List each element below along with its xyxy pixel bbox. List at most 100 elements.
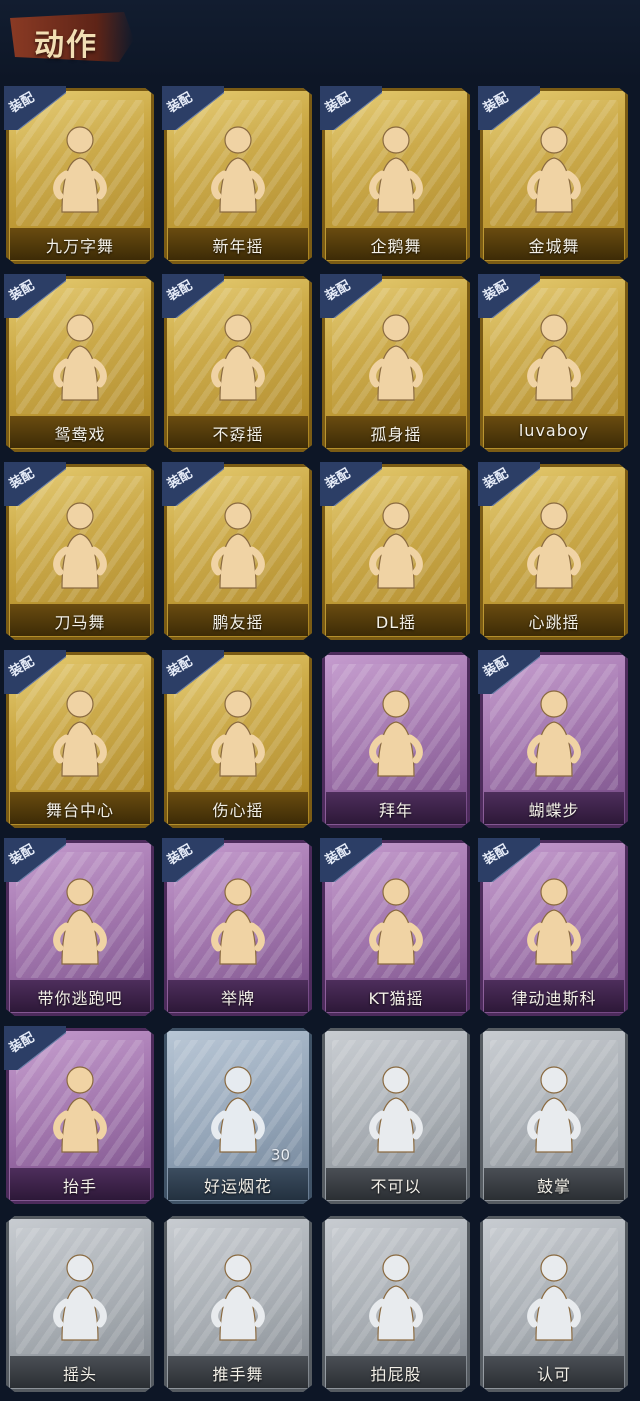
action-card[interactable]: luvaboy 装配 [480,276,628,452]
action-card[interactable]: 金城舞 装配 [480,88,628,264]
action-card[interactable]: 鹏友摇 装配 [164,464,312,640]
equipped-badge-label: 装配 [164,278,196,305]
card-label: DL摇 [375,613,417,632]
equipped-badge-label: 装配 [480,654,512,681]
emote-figure-icon [50,124,110,216]
equipped-badge: 装配 [4,274,66,318]
action-card[interactable]: 刀马舞 装配 [6,464,154,640]
equipped-badge-label: 装配 [6,90,38,117]
card-label: 不孬摇 [212,425,264,444]
action-card[interactable]: 孤身摇 装配 [322,276,470,452]
equipped-badge: 装配 [4,86,66,130]
action-card[interactable]: 企鹅舞 装配 [322,88,470,264]
action-card[interactable]: 伤心摇 装配 [164,652,312,828]
emote-figure-icon [50,1064,110,1156]
emote-figure-icon [208,876,268,968]
equipped-badge: 装配 [320,462,382,506]
emote-figure-icon [366,1064,426,1156]
equipped-badge-label: 装配 [6,842,38,869]
card-label: 新年摇 [212,237,264,256]
action-card[interactable]: 拍屁股 [322,1216,470,1392]
equipped-badge: 装配 [162,838,224,882]
action-card[interactable]: 九万字舞 装配 [6,88,154,264]
equipped-badge: 装配 [4,838,66,882]
equipped-badge: 装配 [162,462,224,506]
action-card[interactable]: 鼓掌 [480,1028,628,1204]
card-label: luvaboy [518,421,590,440]
card-label: 认可 [536,1365,571,1384]
card-label: 摇头 [62,1365,97,1384]
equipped-badge: 装配 [478,650,540,694]
equipped-badge: 装配 [162,274,224,318]
equipped-badge-label: 装配 [164,466,196,493]
action-card[interactable]: 摇头 [6,1216,154,1392]
equipped-badge-label: 装配 [6,278,38,305]
card-label: 律动迪斯科 [511,989,597,1008]
action-card[interactable]: 新年摇 装配 [164,88,312,264]
action-card[interactable]: 蝴蝶步 装配 [480,652,628,828]
card-label: 不可以 [370,1177,422,1196]
equipped-badge: 装配 [478,838,540,882]
emote-figure-icon [524,500,584,592]
action-card[interactable]: 抬手 装配 [6,1028,154,1204]
emote-figure-icon [208,312,268,404]
action-card[interactable]: 律动迪斯科 装配 [480,840,628,1016]
card-label: 抬手 [62,1177,97,1196]
emote-figure-icon [208,1252,268,1344]
emote-figure-icon [366,688,426,780]
equipped-badge-label: 装配 [480,842,512,869]
action-card[interactable]: 举牌 装配 [164,840,312,1016]
emote-figure-icon [524,876,584,968]
action-card[interactable]: 推手舞 [164,1216,312,1392]
emote-figure-icon [524,688,584,780]
action-card[interactable]: 不可以 [322,1028,470,1204]
equipped-badge: 装配 [4,462,66,506]
equipped-badge: 装配 [162,650,224,694]
action-card[interactable]: DL摇 装配 [322,464,470,640]
equipped-badge: 装配 [320,274,382,318]
card-label: 鼓掌 [536,1177,571,1196]
equipped-badge-label: 装配 [322,466,354,493]
emote-figure-icon [208,500,268,592]
action-card[interactable]: 不孬摇 装配 [164,276,312,452]
emote-figure-icon [208,124,268,216]
equipped-badge: 装配 [162,86,224,130]
action-card[interactable]: 鸳鸯戏 装配 [6,276,154,452]
action-card[interactable]: 带你逃跑吧 装配 [6,840,154,1016]
card-label: 举牌 [220,989,255,1008]
emote-figure-icon [50,500,110,592]
emote-figure-icon [524,312,584,404]
emote-figure-icon [524,124,584,216]
action-card[interactable]: KT猫摇 装配 [322,840,470,1016]
equipped-badge: 装配 [478,274,540,318]
card-label: 鸳鸯戏 [54,425,106,444]
emote-figure-icon [50,312,110,404]
emote-figure-icon [366,876,426,968]
emote-figure-icon [208,688,268,780]
equipped-badge: 装配 [320,86,382,130]
emote-figure-icon [366,124,426,216]
page-title: 动作 [34,28,98,63]
equipped-badge-label: 装配 [164,842,196,869]
equipped-badge-label: 装配 [6,654,38,681]
equipped-badge-label: 装配 [480,278,512,305]
emote-figure-icon [50,1252,110,1344]
equipped-badge-label: 装配 [164,654,196,681]
action-card[interactable]: 舞台中心 装配 [6,652,154,828]
action-card[interactable]: 拜年 [322,652,470,828]
equipped-badge-label: 装配 [322,842,354,869]
equipped-badge-label: 装配 [322,278,354,305]
card-label: 金城舞 [528,237,580,256]
emote-figure-icon [50,688,110,780]
action-card[interactable]: 认可 [480,1216,628,1392]
action-card[interactable]: 好运烟花 30 [164,1028,312,1204]
emote-figure-icon [366,1252,426,1344]
card-label: 带你逃跑吧 [37,989,123,1008]
action-card[interactable]: 心跳摇 装配 [480,464,628,640]
equipped-badge-label: 装配 [6,466,38,493]
card-label: 拜年 [378,801,413,820]
equipped-badge: 装配 [4,1026,66,1070]
card-label: 孤身摇 [370,425,422,444]
card-label: 鹏友摇 [212,613,264,632]
equipped-badge-label: 装配 [480,466,512,493]
